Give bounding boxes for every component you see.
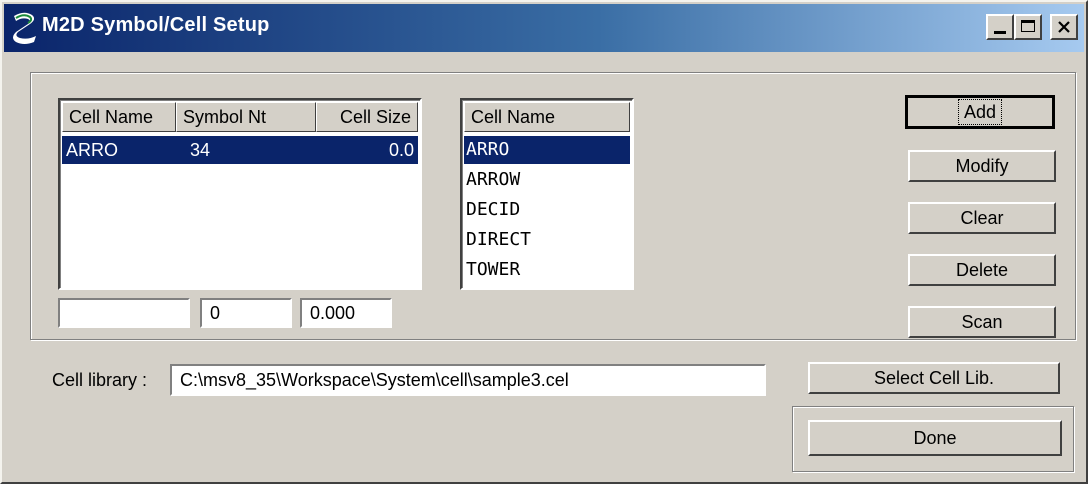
column-header-cell-size[interactable]: Cell Size <box>316 102 418 132</box>
maximize-button[interactable] <box>1014 14 1042 40</box>
title-bar[interactable]: M2D Symbol/Cell Setup <box>4 4 1084 52</box>
window-title: M2D Symbol/Cell Setup <box>42 14 270 36</box>
cell-name-list[interactable]: Cell Name ARRO ARROW DECID DIRECT TOWER <box>460 98 634 290</box>
clear-button[interactable]: Clear <box>908 202 1056 234</box>
list-item[interactable]: ARRO <box>464 136 630 164</box>
table-row[interactable]: ARRO 34 0.0 <box>62 136 418 164</box>
symbol-cell-table[interactable]: Cell Name Symbol Nt Cell Size ARRO 34 0.… <box>58 98 422 290</box>
close-button[interactable] <box>1050 14 1078 40</box>
dialog-window: M2D Symbol/Cell Setup Cell Name Symbol N… <box>0 0 1088 484</box>
minimize-button[interactable] <box>986 14 1014 40</box>
scan-button[interactable]: Scan <box>908 306 1056 338</box>
cell-library-label: Cell library : <box>52 370 148 390</box>
row-symbol: 34 <box>190 140 211 160</box>
column-header-symbol[interactable]: Symbol Nt <box>176 102 316 132</box>
close-icon <box>1058 21 1070 33</box>
row-cell-name: ARRO <box>66 140 119 160</box>
list-item[interactable]: TOWER <box>464 256 630 284</box>
list-item[interactable]: ARROW <box>464 166 630 194</box>
column-header-cell-name[interactable]: Cell Name <box>62 102 176 132</box>
delete-button[interactable]: Delete <box>908 254 1056 286</box>
modify-button[interactable]: Modify <box>908 150 1056 182</box>
list-item[interactable]: DIRECT <box>464 226 630 254</box>
column-header-cell-name-list[interactable]: Cell Name <box>464 102 630 132</box>
cell-library-input[interactable]: C:\msv8_35\Workspace\System\cell\sample3… <box>170 364 766 396</box>
list-item[interactable]: DECID <box>464 196 630 224</box>
maximize-icon <box>1021 20 1035 32</box>
row-cell-size: 0.0 <box>388 140 414 160</box>
add-label: Add <box>957 99 1003 125</box>
app-logo-icon <box>13 12 36 44</box>
select-cell-lib-button[interactable]: Select Cell Lib. <box>808 362 1060 394</box>
symbol-number-input[interactable]: 0 <box>200 298 292 328</box>
cell-size-input[interactable]: 0.000 <box>300 298 392 328</box>
add-button[interactable]: Add <box>905 95 1055 129</box>
minimize-icon <box>994 31 1006 34</box>
cell-name-input[interactable] <box>58 298 190 328</box>
done-button[interactable]: Done <box>808 420 1062 456</box>
